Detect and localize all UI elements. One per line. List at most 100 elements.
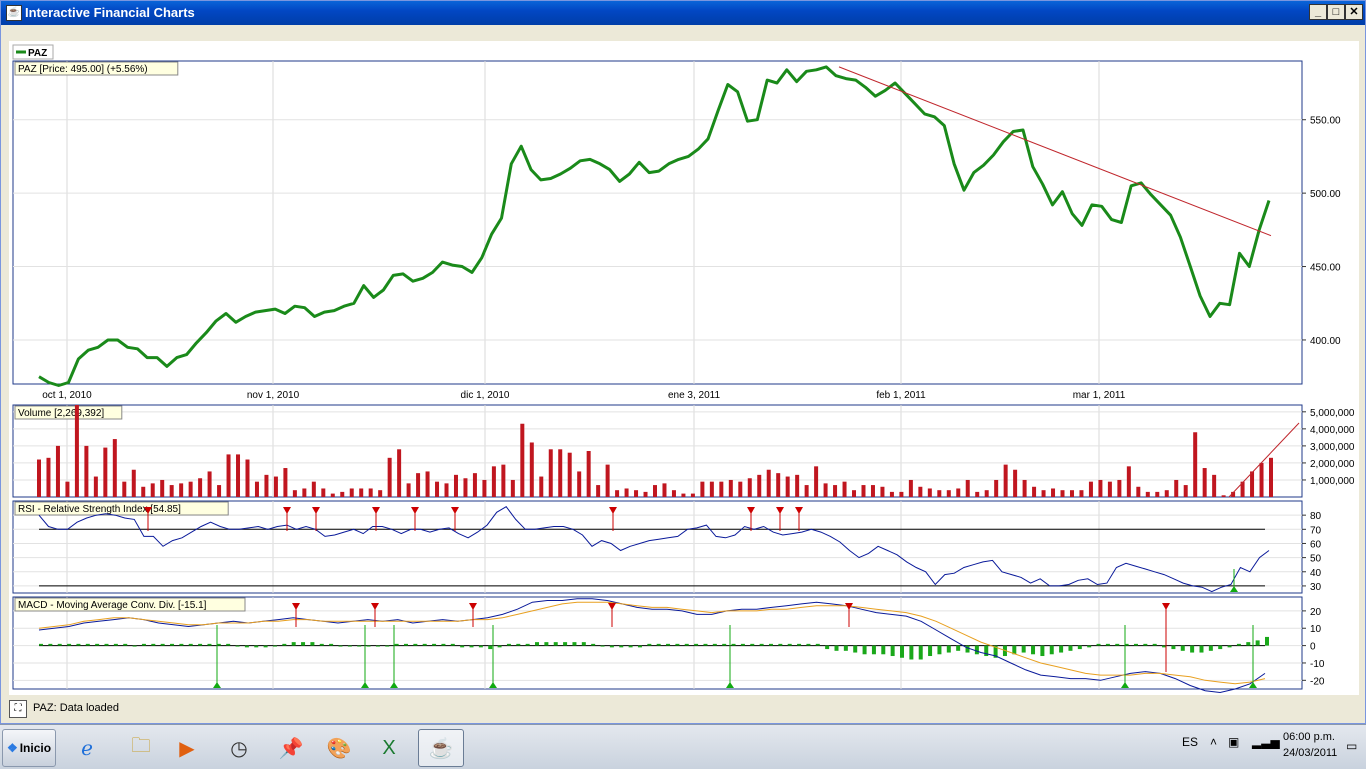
volume-bar — [254, 481, 259, 497]
volume-bar — [453, 474, 458, 497]
volume-bar — [965, 479, 970, 497]
clock-date[interactable]: 24/03/2011 — [1283, 747, 1337, 759]
macd-histogram-bar — [1162, 645, 1167, 648]
macd-histogram-bar — [1087, 645, 1092, 648]
volume-bar — [785, 476, 790, 497]
volume-label: Volume [2,269,392] — [18, 408, 104, 419]
macd-histogram-bar — [39, 643, 43, 646]
macd-histogram-bar — [413, 643, 418, 646]
price-panel[interactable] — [12, 60, 1303, 385]
volume-bar — [719, 481, 724, 497]
macd-histogram-bar — [525, 643, 530, 646]
maximize-button[interactable]: □ — [1327, 4, 1345, 20]
excel-icon[interactable]: X — [366, 729, 412, 767]
macd-histogram-bar — [722, 643, 727, 646]
macd-histogram-bar — [956, 645, 961, 651]
volume-bar — [1051, 488, 1056, 497]
macd-histogram-bar — [535, 642, 540, 646]
macd-histogram-bar — [263, 645, 268, 648]
minimize-button[interactable]: _ — [1309, 4, 1327, 20]
volume-bar — [577, 471, 582, 497]
volume-bar — [946, 490, 951, 497]
volume-bar — [567, 452, 572, 497]
volume-bar — [814, 466, 819, 497]
macd-histogram-bar — [609, 645, 614, 648]
java-taskbar-icon[interactable]: ☕ — [418, 729, 464, 767]
macd-histogram-bar — [188, 643, 193, 646]
clock-time[interactable]: 06:00 p.m. — [1283, 731, 1335, 743]
volume-bar — [84, 445, 89, 497]
volume-bar — [520, 423, 525, 497]
volume-bar — [1126, 466, 1131, 497]
network-icon[interactable]: ▂▃▅ — [1252, 735, 1280, 749]
volume-bar — [1250, 471, 1255, 497]
macd-histogram-bar — [1143, 643, 1148, 646]
macd-histogram-bar — [1246, 642, 1251, 646]
macd-histogram-bar — [787, 643, 792, 646]
macd-histogram-bar — [441, 643, 446, 646]
chart-area[interactable]: PAZ 550.00 500.00 450.00 400.00 PAZ [Price: 4… — [9, 41, 1359, 695]
volume-bar — [245, 459, 250, 497]
volume-bar — [1079, 490, 1084, 497]
volume-bar — [870, 485, 875, 497]
volume-bar — [671, 490, 676, 497]
volume-bar — [141, 486, 146, 497]
macd-histogram-bar — [881, 645, 886, 655]
macd-histogram-bar — [600, 645, 605, 647]
macd-histogram-bar — [506, 643, 511, 646]
volume-bar — [918, 486, 923, 497]
volume-bar — [37, 459, 41, 497]
macd-histogram-bar — [890, 645, 895, 657]
volume-bar — [302, 488, 307, 497]
macd-histogram-bar — [207, 643, 212, 646]
rsi-ytick-label: 60 — [1310, 539, 1322, 550]
macd-histogram-bar — [516, 643, 521, 646]
volume-bar — [359, 488, 364, 497]
internet-explorer-icon[interactable]: ℯ — [64, 729, 110, 767]
paint-icon[interactable]: 🎨 — [316, 729, 362, 767]
pin-icon[interactable]: 📌 — [268, 729, 314, 767]
volume-ytick-label: 5,000,000 — [1310, 408, 1355, 419]
macd-histogram-bar — [488, 645, 493, 650]
macd-histogram-bar — [974, 645, 979, 655]
tray-arrow-icon[interactable]: ˄ — [1210, 735, 1217, 749]
volume-bar — [188, 481, 193, 497]
volume-bar — [908, 479, 913, 497]
volume-bar — [463, 478, 468, 497]
volume-bar — [681, 493, 686, 497]
macd-histogram-bar — [1180, 645, 1185, 651]
window-title: Interactive Financial Charts — [25, 5, 195, 20]
start-button[interactable]: ❖ Inicio — [2, 729, 56, 767]
volume-bar — [1098, 479, 1103, 497]
chart-canvas[interactable]: PAZ 550.00 500.00 450.00 400.00 PAZ [Price: 4… — [9, 41, 1359, 695]
macd-histogram-bar — [1021, 645, 1026, 653]
title-bar[interactable]: ☕ Interactive Financial Charts _ □ ✕ — [1, 1, 1365, 25]
volume-bar — [46, 457, 51, 497]
language-indicator[interactable]: ES — [1182, 735, 1198, 749]
macd-histogram-bar — [319, 643, 324, 646]
macd-histogram-bar — [1199, 645, 1204, 653]
volume-bar — [861, 485, 866, 497]
macd-histogram-bar — [637, 645, 642, 648]
volume-bar — [93, 476, 98, 497]
volume-bar — [150, 483, 155, 497]
macd-histogram-bar — [104, 643, 109, 646]
macd-histogram-bar — [310, 642, 315, 646]
volume-bar — [880, 486, 885, 497]
media-player-icon[interactable]: ▶ — [164, 729, 210, 767]
clock-icon[interactable]: ◷ — [216, 729, 262, 767]
macd-ytick-label: 20 — [1310, 607, 1322, 618]
folder-icon[interactable]: 🗀 — [118, 729, 164, 767]
macd-histogram-bar — [179, 643, 184, 646]
tray-devices-icon[interactable]: ▣ — [1228, 735, 1239, 749]
macd-histogram-bar — [572, 642, 577, 646]
volume-bar — [1117, 479, 1122, 497]
macd-histogram-bar — [1105, 643, 1110, 646]
macd-histogram-bar — [1265, 636, 1269, 646]
close-button[interactable]: ✕ — [1345, 4, 1363, 20]
show-desktop-icon[interactable]: ▭ — [1346, 739, 1357, 753]
macd-histogram-bar — [385, 645, 390, 647]
volume-bar — [927, 488, 932, 497]
macd-histogram-bar — [1152, 643, 1157, 646]
macd-histogram-bar — [1171, 645, 1176, 650]
